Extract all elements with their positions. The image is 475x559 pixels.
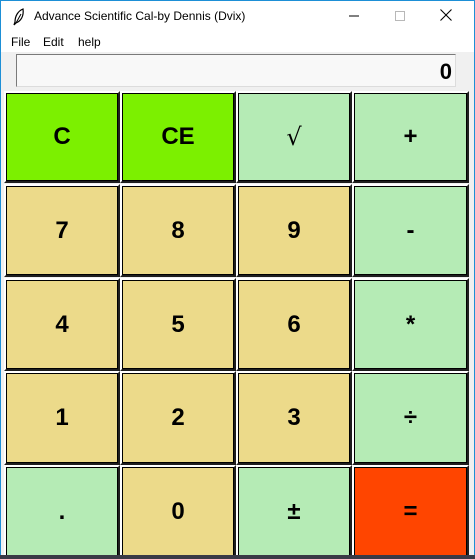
digit-2-label: 2 xyxy=(171,404,185,431)
add-button[interactable]: + xyxy=(352,91,469,183)
digit-7-label: 7 xyxy=(55,216,69,244)
equals-button-label: = xyxy=(403,497,418,525)
close-icon xyxy=(440,8,452,26)
plus-minus-label: ± xyxy=(287,497,301,525)
digit-9-label: 9 xyxy=(287,216,301,244)
minimize-icon xyxy=(349,8,359,26)
decimal-point-label: . xyxy=(58,497,66,525)
plus-minus-button[interactable]: ± xyxy=(236,465,352,558)
equals-button[interactable]: = xyxy=(352,465,469,558)
divide-button[interactable]: ÷ xyxy=(352,371,469,465)
square-root-icon: √ xyxy=(286,123,302,151)
feather-icon xyxy=(12,8,26,26)
digit-8-button[interactable]: 8 xyxy=(120,184,236,277)
digit-2-button[interactable]: 2 xyxy=(120,371,236,465)
digit-3-label: 3 xyxy=(287,404,301,431)
menu-bar: File Edit help xyxy=(1,32,474,52)
minimize-button[interactable] xyxy=(331,1,377,32)
digit-1-button[interactable]: 1 xyxy=(4,371,120,465)
keypad: C CE √ + 7 8 9 - 4 5 6 * 1 2 3 ÷ . 0 ± = xyxy=(4,91,471,558)
digit-4-button[interactable]: 4 xyxy=(4,278,120,371)
digit-4-label: 4 xyxy=(55,310,69,338)
digit-6-button[interactable]: 6 xyxy=(236,278,352,371)
digit-9-button[interactable]: 9 xyxy=(236,184,352,277)
subtract-button-label: - xyxy=(406,216,415,244)
multiply-button-label: * xyxy=(405,310,416,338)
close-button[interactable] xyxy=(423,1,469,32)
square-root-button[interactable]: √ xyxy=(236,91,352,183)
maximize-button[interactable] xyxy=(377,1,423,32)
clear-entry-button-label: CE xyxy=(161,123,195,150)
result-display[interactable] xyxy=(16,54,456,87)
title-bar[interactable]: Advance Scientific Cal-by Dennis (Dvix) xyxy=(1,1,474,32)
calculator-window: Advance Scientific Cal-by Dennis (Dvix) … xyxy=(0,0,475,559)
digit-5-button[interactable]: 5 xyxy=(120,278,236,371)
window-title: Advance Scientific Cal-by Dennis (Dvix) xyxy=(34,9,246,23)
menu-help[interactable]: help xyxy=(78,35,101,49)
menu-file[interactable]: File xyxy=(11,35,30,49)
clear-button[interactable]: C xyxy=(4,91,120,183)
clear-entry-button[interactable]: CE xyxy=(120,91,236,183)
multiply-button[interactable]: * xyxy=(352,278,469,371)
subtract-button[interactable]: - xyxy=(352,184,469,277)
add-button-label: + xyxy=(403,123,418,150)
maximize-icon xyxy=(395,8,405,26)
window-bottom-edge xyxy=(0,555,475,559)
digit-0-label: 0 xyxy=(171,497,185,525)
digit-0-button[interactable]: 0 xyxy=(120,465,236,558)
digit-7-button[interactable]: 7 xyxy=(4,184,120,277)
clear-button-label: C xyxy=(53,123,71,150)
menu-edit[interactable]: Edit xyxy=(43,35,64,49)
digit-3-button[interactable]: 3 xyxy=(236,371,352,465)
digit-1-label: 1 xyxy=(55,404,69,431)
digit-6-label: 6 xyxy=(287,310,301,338)
decimal-point-button[interactable]: . xyxy=(4,465,120,558)
digit-5-label: 5 xyxy=(171,310,185,338)
digit-8-label: 8 xyxy=(171,216,185,244)
divide-button-label: ÷ xyxy=(403,404,418,431)
